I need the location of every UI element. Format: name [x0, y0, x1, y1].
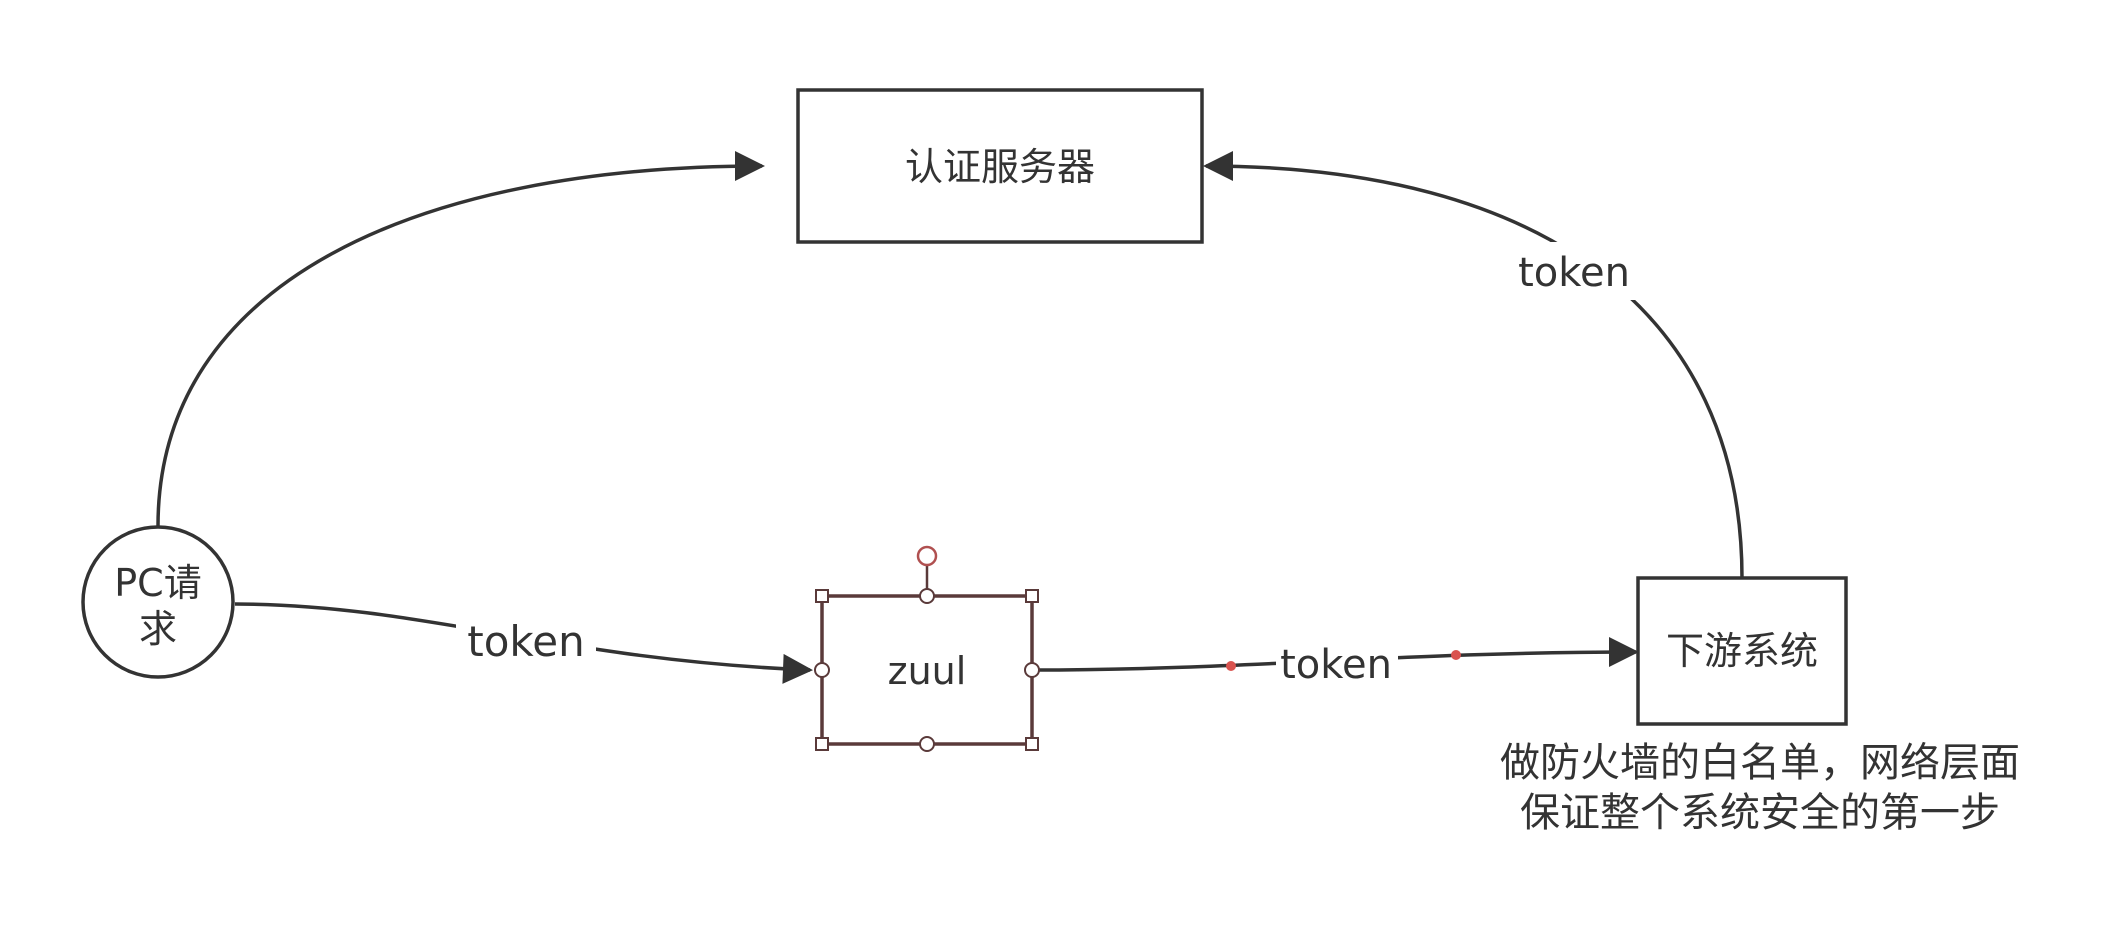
- resize-handle-top[interactable]: [919, 588, 935, 604]
- edge-label-pc-to-zuul: token: [467, 617, 584, 666]
- node-pc-request-label-line1: PC请: [114, 561, 201, 605]
- node-downstream-system-label: 下游系统: [1666, 629, 1818, 673]
- resize-handle-top-right[interactable]: [1025, 589, 1039, 603]
- node-auth-server-label: 认证服务器: [905, 145, 1095, 189]
- edge-waypoint-handle[interactable]: [1226, 661, 1236, 671]
- edge-label-downstream-to-auth: token: [1518, 250, 1630, 296]
- node-pc-request-label-line2: 求: [139, 607, 177, 651]
- resize-handle-bottom-left[interactable]: [815, 737, 829, 751]
- resize-handle-bottom-right[interactable]: [1025, 737, 1039, 751]
- edge-label-zuul-to-downstream: token: [1280, 642, 1392, 688]
- downstream-note: 做防火墙的白名单，网络层面保证整个系统安全的第一步: [1500, 740, 2020, 836]
- resize-handle-left[interactable]: [814, 662, 830, 678]
- edge-waypoint-handle[interactable]: [1451, 650, 1461, 660]
- resize-handle-top-left[interactable]: [815, 589, 829, 603]
- resize-handle-right[interactable]: [1024, 662, 1040, 678]
- resize-handle-bottom[interactable]: [919, 736, 935, 752]
- edge-downstream-to-auth[interactable]: [1203, 151, 1744, 579]
- node-zuul-label: zuul: [888, 649, 967, 693]
- rotate-handle[interactable]: [916, 545, 938, 567]
- edge-pc-to-auth[interactable]: [156, 151, 765, 527]
